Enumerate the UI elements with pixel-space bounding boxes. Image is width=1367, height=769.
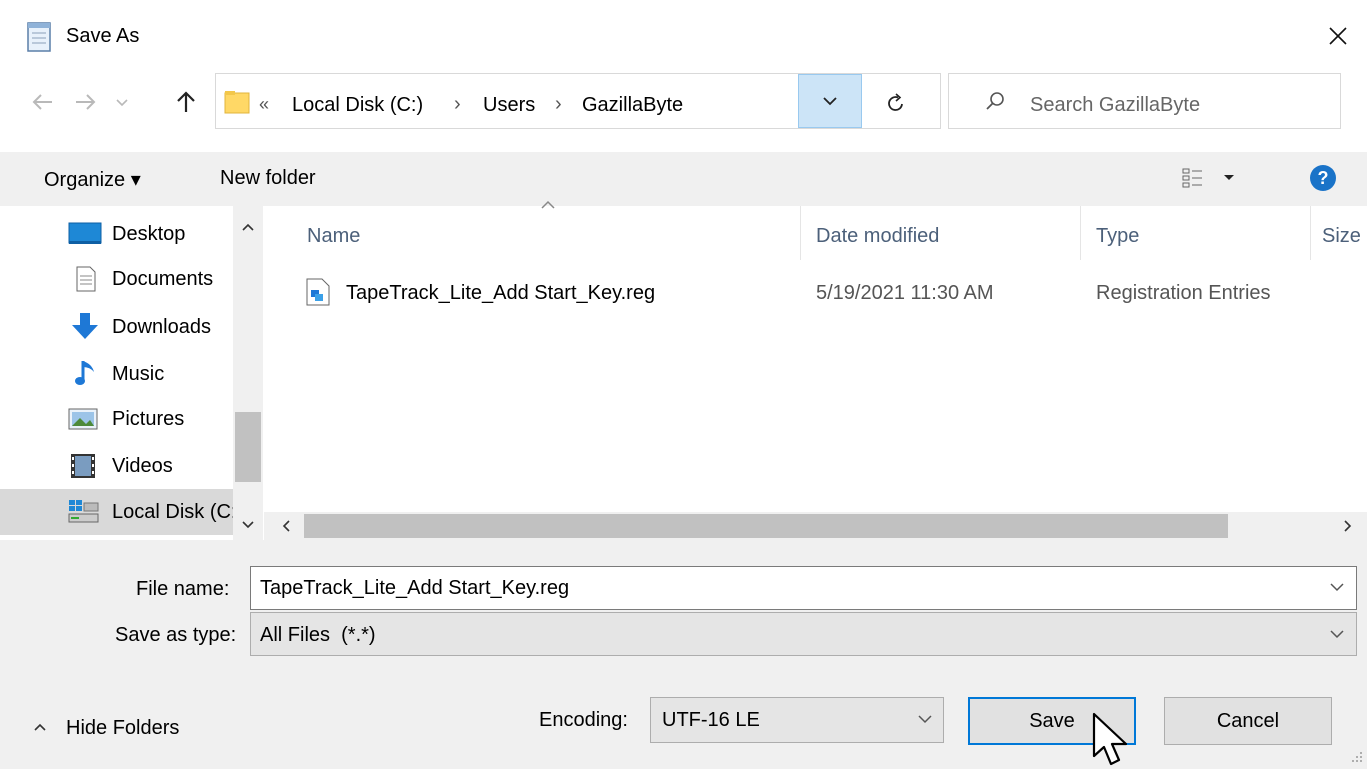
table-row[interactable]: TapeTrack_Lite_Add Start_Key.reg 5/19/20…: [296, 268, 1367, 314]
file-list-pane: [264, 206, 1367, 512]
view-options-button[interactable]: [1180, 164, 1250, 192]
breadcrumb-users[interactable]: Users: [483, 94, 535, 117]
sidebar-item-label: Music: [112, 363, 165, 385]
chevron-down-icon: [116, 99, 128, 107]
desktop-icon: [68, 222, 102, 244]
encoding-label: Encoding:: [539, 709, 628, 731]
save-as-type-label: Save as type:: [115, 624, 237, 646]
title-bar: [0, 0, 1367, 72]
close-button[interactable]: [1318, 16, 1358, 56]
folder-icon: [224, 89, 250, 115]
hscroll-thumb[interactable]: [304, 514, 1228, 538]
search-placeholder: Search GazillaByte: [1030, 94, 1201, 116]
address-history-button[interactable]: [798, 74, 862, 128]
column-header-size[interactable]: Size: [1322, 225, 1367, 248]
column-divider[interactable]: [1310, 206, 1311, 260]
cancel-button[interactable]: Cancel: [1164, 697, 1332, 745]
registry-file-icon: [306, 278, 330, 306]
sidebar-item-documents[interactable]: Documents: [0, 257, 233, 303]
sidebar-scroll-thumb[interactable]: [235, 412, 261, 482]
chevron-down-icon: [1330, 583, 1344, 592]
chevron-down-icon: [918, 715, 932, 724]
sidebar-item-label: Downloads: [112, 316, 211, 338]
sidebar-item-label: Local Disk (C:): [112, 501, 233, 523]
help-icon: ?: [1310, 165, 1336, 191]
sidebar-item-label: Documents: [112, 268, 214, 290]
sidebar-item-local-disk[interactable]: Local Disk (C:): [0, 489, 233, 535]
back-arrow-icon: [32, 94, 52, 110]
breadcrumb-local-disk[interactable]: Local Disk (C:): [292, 94, 423, 117]
new-folder-button[interactable]: New folder: [220, 167, 316, 190]
chevron-up-icon: [34, 723, 46, 731]
back-button[interactable]: [28, 90, 56, 114]
type-dropdown-button[interactable]: [1328, 625, 1346, 643]
hide-folders-label: Hide Folders: [66, 717, 180, 739]
sidebar-item-desktop[interactable]: Desktop: [0, 210, 233, 256]
chevron-down-icon: [823, 97, 837, 106]
file-type: Registration Entries: [1096, 282, 1271, 304]
breadcrumb-separator[interactable]: ›: [555, 93, 562, 116]
up-arrow-icon: [177, 91, 195, 112]
sidebar-item-pictures[interactable]: Pictures: [0, 396, 233, 442]
refresh-button[interactable]: [882, 89, 910, 117]
command-bar: [0, 152, 1367, 206]
view-details-icon: [1182, 168, 1234, 188]
scroll-down-icon[interactable]: [241, 520, 255, 530]
scroll-right-icon[interactable]: [1342, 519, 1354, 533]
filename-value[interactable]: TapeTrack_Lite_Add Start_Key.reg: [260, 577, 569, 600]
drive-icon: [68, 500, 99, 523]
filename-label: File name:: [136, 578, 230, 600]
mouse-cursor-icon: [1092, 712, 1136, 769]
window-title: Save As: [66, 25, 140, 47]
pictures-icon: [68, 408, 98, 430]
help-button[interactable]: ?: [1309, 164, 1337, 192]
save-as-type-value[interactable]: All Files (*.*): [260, 624, 376, 647]
sidebar-scrollbar[interactable]: [233, 206, 263, 540]
encoding-dropdown-button[interactable]: [916, 710, 934, 728]
breadcrumb-gazillabyte[interactable]: GazillaByte: [582, 94, 683, 117]
column-header-name[interactable]: Name: [307, 225, 360, 248]
encoding-value[interactable]: UTF-16 LE: [662, 709, 760, 732]
search-icon: [983, 89, 1007, 113]
sidebar-item-label: Desktop: [112, 223, 186, 245]
documents-icon: [76, 266, 96, 292]
forward-arrow-icon: [76, 94, 96, 110]
column-divider[interactable]: [800, 206, 801, 260]
sidebar-item-label: Pictures: [112, 408, 185, 430]
forward-button[interactable]: [72, 90, 100, 114]
sort-ascending-icon: [539, 198, 557, 210]
breadcrumb-overflow[interactable]: «: [259, 94, 269, 115]
breadcrumb-separator[interactable]: ›: [454, 93, 461, 116]
filename-dropdown-button[interactable]: [1328, 578, 1346, 596]
videos-icon: [71, 454, 95, 478]
file-name: TapeTrack_Lite_Add Start_Key.reg: [346, 282, 656, 304]
sidebar-item-videos[interactable]: Videos: [0, 443, 233, 489]
close-icon: [1329, 27, 1347, 45]
notepad-app-icon: [22, 20, 56, 54]
column-header-type[interactable]: Type: [1096, 225, 1139, 248]
sidebar-item-music[interactable]: Music: [0, 350, 233, 396]
svg-text:?: ?: [1318, 168, 1329, 188]
downloads-icon: [72, 313, 98, 339]
hide-folders-button[interactable]: Hide Folders: [30, 714, 230, 744]
sidebar-item-downloads[interactable]: Downloads: [0, 303, 233, 349]
up-button[interactable]: [172, 88, 200, 116]
scroll-up-icon[interactable]: [241, 222, 255, 232]
recent-locations-button[interactable]: [114, 94, 130, 110]
column-header-date[interactable]: Date modified: [816, 225, 939, 248]
resize-grip-icon[interactable]: [1350, 750, 1364, 764]
scroll-left-icon[interactable]: [280, 519, 292, 533]
column-divider[interactable]: [1080, 206, 1081, 260]
save-as-type-select[interactable]: [250, 612, 1357, 656]
file-date: 5/19/2021 11:30 AM: [816, 282, 994, 304]
organize-menu[interactable]: Organize ▾: [44, 167, 141, 192]
sidebar-item-label: Videos: [112, 455, 173, 477]
chevron-down-icon: [1330, 630, 1344, 639]
refresh-icon: [888, 93, 903, 111]
music-icon: [75, 361, 94, 385]
